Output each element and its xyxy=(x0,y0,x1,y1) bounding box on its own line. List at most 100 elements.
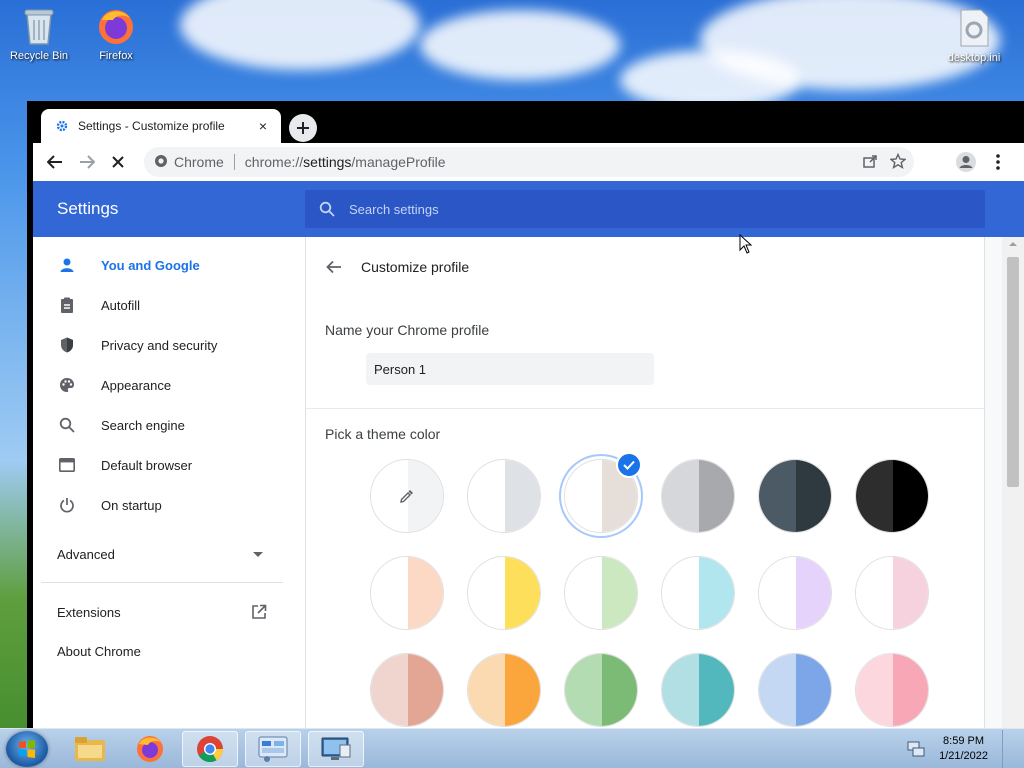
sidebar-item-on-startup[interactable]: On startup xyxy=(33,485,305,525)
chrome-icon xyxy=(197,736,224,763)
arrow-left-icon xyxy=(47,155,62,169)
page-scrollbar[interactable] xyxy=(1002,237,1024,728)
shield-icon xyxy=(59,337,75,353)
theme-color-swatch[interactable] xyxy=(758,653,832,727)
new-tab-button[interactable] xyxy=(289,114,317,142)
open-in-new-icon xyxy=(252,604,267,619)
settings-sidebar: You and Google Autofill Privacy and secu… xyxy=(33,237,305,728)
address-bar[interactable]: Chrome chrome://settings/manageProfile xyxy=(144,147,914,177)
arrow-right-icon xyxy=(80,155,95,169)
tab-settings[interactable]: Settings - Customize profile × xyxy=(41,109,281,143)
tab-close-icon[interactable]: × xyxy=(255,118,271,134)
scroll-up-icon[interactable] xyxy=(1002,237,1024,251)
sidebar-item-label: You and Google xyxy=(101,257,200,273)
sidebar-item-appearance[interactable]: Appearance xyxy=(33,365,305,405)
theme-color-swatch[interactable] xyxy=(564,653,638,727)
clock-date: 1/21/2022 xyxy=(939,750,988,762)
sidebar-extensions-link[interactable]: Extensions xyxy=(57,604,267,620)
caret-down-icon xyxy=(253,551,263,557)
system-tray: 8:59 PM 1/21/2022 xyxy=(907,730,1014,768)
browser-window: Settings - Customize profile × Chrome ch… xyxy=(27,101,1024,728)
menu-button[interactable] xyxy=(983,147,1013,177)
sidebar-item-you-and-google[interactable]: You and Google xyxy=(33,245,305,285)
browser-icon xyxy=(59,457,75,473)
theme-color-swatch[interactable] xyxy=(661,459,735,533)
windows-logo-icon xyxy=(19,740,35,758)
sidebar-item-default-browser[interactable]: Default browser xyxy=(33,445,305,485)
theme-color-swatch[interactable] xyxy=(758,556,832,630)
theme-color-swatch[interactable] xyxy=(467,459,541,533)
firefox-icon xyxy=(96,6,136,46)
stop-button[interactable] xyxy=(103,147,133,177)
taskbar-firefox[interactable] xyxy=(122,731,178,767)
theme-color-swatch[interactable] xyxy=(855,556,929,630)
gear-icon xyxy=(55,119,69,133)
sidebar-item-label: Privacy and security xyxy=(101,337,218,353)
taskbar-remote-desktop[interactable] xyxy=(308,731,364,767)
back-arrow-icon[interactable] xyxy=(324,257,344,277)
profile-avatar-button[interactable] xyxy=(951,147,981,177)
taskbar-file-explorer[interactable] xyxy=(62,731,118,767)
share-icon[interactable] xyxy=(862,153,878,172)
taskbar-chrome[interactable] xyxy=(182,731,238,767)
theme-color-swatch[interactable] xyxy=(467,653,541,727)
scrollbar-thumb[interactable] xyxy=(1007,257,1019,487)
theme-color-swatch[interactable] xyxy=(855,459,929,533)
clipboard-icon xyxy=(59,297,75,313)
desktop-icon-label: Firefox xyxy=(99,50,133,62)
person-icon xyxy=(59,257,75,273)
theme-color-swatch[interactable] xyxy=(467,556,541,630)
tab-strip: Settings - Customize profile × xyxy=(27,101,1024,143)
theme-color-swatch[interactable] xyxy=(661,556,735,630)
settings-file-icon xyxy=(954,8,994,48)
start-button[interactable] xyxy=(6,731,48,767)
page-title: Customize profile xyxy=(361,259,470,275)
plus-icon xyxy=(297,122,309,134)
theme-color-swatch[interactable] xyxy=(661,653,735,727)
search-placeholder: Search settings xyxy=(349,201,439,217)
sidebar-item-label: On startup xyxy=(101,497,162,513)
theme-color-swatch[interactable] xyxy=(370,556,444,630)
tab-title: Settings - Customize profile xyxy=(78,119,225,133)
chrome-logo-icon xyxy=(154,154,168,171)
theme-color-swatch[interactable] xyxy=(758,459,832,533)
sidebar-item-search-engine[interactable]: Search engine xyxy=(33,405,305,445)
show-desktop-button[interactable] xyxy=(1002,730,1014,768)
sidebar-advanced-label: Advanced xyxy=(57,547,115,562)
sidebar-advanced-toggle[interactable]: Advanced xyxy=(57,547,263,562)
bookmark-star-icon[interactable] xyxy=(889,152,907,172)
desktop-icon-recycle-bin[interactable]: Recycle Bin xyxy=(3,6,75,62)
control-panel-icon xyxy=(258,736,288,762)
search-icon xyxy=(59,417,75,433)
clock[interactable]: 8:59 PM 1/21/2022 xyxy=(939,734,988,764)
custom-color-picker-swatch[interactable] xyxy=(370,459,444,533)
power-icon xyxy=(59,497,75,513)
network-icon[interactable] xyxy=(907,740,925,758)
sidebar-item-autofill[interactable]: Autofill xyxy=(33,285,305,325)
page-content: Settings Search settings You and Google … xyxy=(33,181,1024,728)
firefox-icon xyxy=(137,736,163,762)
mouse-cursor-icon xyxy=(739,234,753,254)
folder-icon xyxy=(75,737,105,761)
theme-color-swatch[interactable] xyxy=(564,556,638,630)
sidebar-divider xyxy=(41,582,283,583)
address-divider xyxy=(233,154,235,170)
theme-color-swatch[interactable] xyxy=(855,653,929,727)
taskbar-control-panel[interactable] xyxy=(245,731,301,767)
sidebar-item-label: Appearance xyxy=(101,377,172,393)
theme-color-swatch[interactable] xyxy=(370,653,444,727)
browser-toolbar: Chrome chrome://settings/manageProfile xyxy=(33,143,1024,181)
desktop-icon-desktop-ini[interactable]: desktop.ini xyxy=(938,8,1010,64)
settings-title: Settings xyxy=(57,199,119,218)
theme-color-label: Pick a theme color xyxy=(325,426,441,442)
sidebar-item-privacy[interactable]: Privacy and security xyxy=(33,325,305,365)
desktop-icon-firefox[interactable]: Firefox xyxy=(80,6,152,62)
sidebar-extensions-label: Extensions xyxy=(57,604,121,620)
forward-button[interactable] xyxy=(72,147,102,177)
settings-search-input[interactable]: Search settings xyxy=(305,190,985,228)
sidebar-about-chrome[interactable]: About Chrome xyxy=(57,644,141,659)
back-button[interactable] xyxy=(40,147,70,177)
profile-name-input[interactable] xyxy=(366,353,654,385)
settings-header: Settings Search settings xyxy=(33,181,1024,237)
recycle-bin-icon xyxy=(19,6,59,46)
